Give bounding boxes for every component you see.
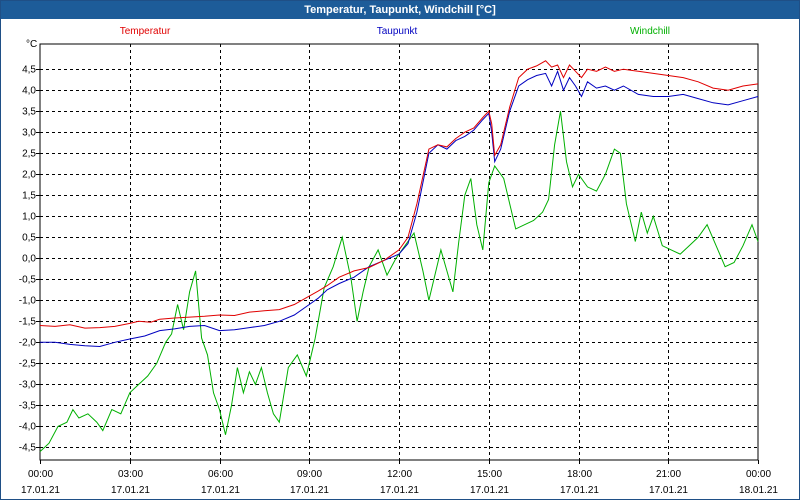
y-tick-label: -2,0 [19,338,37,349]
x-tick-time: 21:00 [656,469,681,480]
y-tick-label: -3,5 [19,401,37,412]
x-tick-time: 03:00 [118,469,143,480]
x-tick-date: 17.01.21 [21,485,60,496]
x-tick-date: 17.01.21 [201,485,240,496]
y-tick-label: -4,0 [19,422,37,433]
y-tick-label: -1,0 [19,296,37,307]
legend-temperatur: Temperatur [120,26,171,37]
x-tick-time: 15:00 [477,469,502,480]
x-tick-time: 00:00 [28,469,53,480]
y-tick-label: -3,0 [19,380,37,391]
x-tick-time: 12:00 [387,469,412,480]
y-tick-label: 4,0 [22,86,36,97]
legend-taupunkt: Taupunkt [377,26,418,37]
x-tick-date: 17.01.21 [560,485,599,496]
x-tick-date: 17.01.21 [111,485,150,496]
y-tick-label: -0,5 [19,275,37,286]
legend-windchill: Windchill [630,26,670,37]
y-tick-label: 3,5 [22,107,36,118]
line-chart: 4,5 4,0 3,5 3,0 2,5 2,0 1,5 1,0 0,5 0,0 -0,5 -1,0 -1… [19,26,779,496]
y-tick-label: 2,5 [22,149,36,160]
x-tick-date: 17.01.21 [290,485,329,496]
y-unit-label: °C [26,39,37,50]
y-tick-label: 4,5 [22,65,36,76]
y-tick-label: 2,0 [22,170,36,181]
y-tick-label: 0,5 [22,233,36,244]
y-tick-label: 3,0 [22,128,36,139]
y-tick-label: 1,0 [22,212,36,223]
x-tick-date: 17.01.21 [380,485,419,496]
y-tick-label: -4,5 [19,443,37,454]
x-tick-time: 00:00 [746,469,771,480]
y-tick-label: 0,0 [22,254,36,265]
y-tick-label: -2,5 [19,359,37,370]
legend-layer: Temperatur Taupunkt Windchill [120,26,670,37]
x-tick-date: 17.01.21 [470,485,509,496]
x-tick-date: 18.01.21 [739,485,778,496]
x-tick-date: 17.01.21 [649,485,688,496]
x-tick-time: 06:00 [208,469,233,480]
y-tick-label: 1,5 [22,191,36,202]
x-tick-time: 09:00 [297,469,322,480]
x-tick-time: 18:00 [567,469,592,480]
y-tick-label: -1,5 [19,317,37,328]
